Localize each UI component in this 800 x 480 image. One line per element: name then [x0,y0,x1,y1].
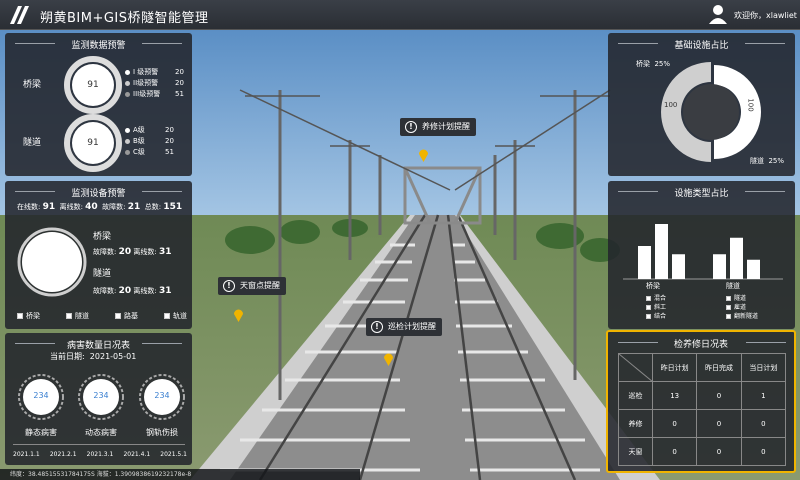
row-label: 巡检 [618,381,653,410]
panel-title: 设施类型占比 [674,189,729,199]
bridge-pct-label: 桥梁 25% [636,60,671,68]
device-bridge-stats: 故障数: 20 离线数: 31 [93,247,172,257]
map-pin-icon[interactable] [383,352,394,366]
current-date: 当前日期: 2021-05-01 [50,352,137,361]
tunnel-label: 隧道 [23,138,42,148]
facility-type-panel: 设施类型占比 桥梁 隧道 混合 斜工 结合 隧道 雇道 翻新隧道 [608,181,795,329]
defects-panel: 病害数量日况表 当前日期: 2021-05-01 234 静态病害 234 动态… [5,333,192,465]
map-pin-icon[interactable] [418,148,429,162]
device-stats: 在线数: 91 离线数: 40 故障数: 21 总数: 151 [17,202,183,212]
table-header-row: 昨日计划 昨日完成 当日计划 [618,353,787,382]
dynamic-defect-label: 动态病害 [85,428,117,437]
skylight-marker[interactable]: ! 天窗点提醒 [218,277,286,295]
device-status-circle[interactable] [17,227,87,297]
header-cell: 昨日计划 [651,353,698,382]
rail-damage-value: 234 [154,391,170,400]
bridge-value: 100 [664,101,678,109]
row-label: 天窗 [618,437,653,466]
bar-桥梁-斜工[interactable] [655,224,668,279]
monitor-warning-panel: 监测数据预警 桥梁 91 I 级预警 20 II级预警 20 III级预警 51 隧道… [5,33,192,176]
device-tunnel-stats: 故障数: 20 离线数: 31 [93,286,172,296]
row-label: 养修 [618,409,653,438]
app-title: 朔黄BIM+GIS桥隧智能管理 [40,11,209,26]
table-cell: 0 [696,381,742,410]
table-cell: 0 [696,409,742,438]
table-cell: 0 [740,437,787,466]
table-cell: 0 [740,409,787,438]
table-row: 巡检 13 0 1 [618,381,787,410]
panel-title: 监测设备预警 [71,189,126,199]
table-row: 天窗 0 0 0 [618,437,787,466]
welcome-text: 欢迎你，xlawliet [734,11,797,20]
panel-title: 检养修日况表 [673,340,728,350]
bar-隧道-结合[interactable] [747,259,760,279]
panel-title: 病害数量日况表 [66,341,130,351]
static-defect-value: 234 [33,391,49,400]
bridge-label: 桥梁 [23,80,42,90]
facility-ratio-panel: 基础设施占比 桥梁 25% 隧道 25% 100 100 [608,33,795,176]
alert-icon: ! [371,321,383,333]
timeline-axis [13,444,185,445]
table-cell: 0 [651,437,698,466]
coordinates-status: 纬度：38.48515531784175S 海拔：1.3909838619232… [0,469,360,480]
inspection-panel: 检养修日况表 昨日计划 昨日完成 当日计划 巡检 13 0 1 养修 0 0 0… [606,330,796,473]
alert-icon: ! [223,280,235,292]
inspection-table: 昨日计划 昨日完成 当日计划 巡检 13 0 1 养修 0 0 0 天窗 0 0… [618,353,787,466]
timeline[interactable]: 2021.1.1 2021.2.1 2021.3.1 2021.4.1 2021.5.1 [13,451,187,458]
facility-type-bar-chart[interactable] [618,206,788,281]
bridge-warning-legend: I 级预警 20 II级预警 20 III级预警 51 [125,67,184,100]
legend-track[interactable]: 轨道 [164,311,187,321]
legend-subgrade[interactable]: 路基 [115,311,138,321]
tunnel-warning-total: 91 [87,138,99,148]
device-warning-panel: 监测设备预警 在线数: 91 离线数: 40 故障数: 21 总数: 151 桥… [5,181,192,329]
bar-隧道-混合[interactable] [713,254,726,279]
group-label-tunnel: 隧道 [726,282,740,290]
bar-隧道-斜工[interactable] [730,237,743,279]
bar-桥梁-结合[interactable] [672,254,685,279]
table-cell: 0 [696,437,742,466]
rail-damage-label: 钢轨伤损 [146,428,178,437]
device-bridge-label: 桥梁 [93,232,112,242]
top-bar: 朔黄BIM+GIS桥隧智能管理 欢迎你，xlawliet [0,0,800,30]
alert-icon: ! [405,121,417,133]
device-tunnel-label: 隧道 [93,269,112,279]
map-pin-icon[interactable] [233,308,244,322]
bridge-warning-total: 91 [87,80,99,90]
corner-cell [618,353,653,382]
group-label-bridge: 桥梁 [646,282,660,290]
user-avatar-icon[interactable] [708,4,728,24]
tunnel-pct-label: 隧道 25% [750,157,785,165]
table-cell: 13 [651,381,698,410]
header-cell: 昨日完成 [696,353,742,382]
tunnel-warning-legend: A级 20 B级 20 C级 51 [125,125,174,158]
tunnel-value: 100 [746,98,755,112]
legend-bridge[interactable]: 桥梁 [17,311,40,321]
static-defect-label: 静态病害 [25,428,57,437]
bar-legend-right: 隧道 雇道 翻新隧道 [726,294,758,321]
table-cell: 0 [651,409,698,438]
maintenance-plan-marker[interactable]: ! 养修计划提醒 [400,118,476,136]
panel-title: 基础设施占比 [674,41,729,51]
table-cell: 1 [740,381,787,410]
bar-桥梁-混合[interactable] [638,246,651,279]
panel-title: 监测数据预警 [71,41,126,51]
inspection-plan-marker[interactable]: ! 巡检计划提醒 [366,318,442,336]
dynamic-defect-value: 234 [93,391,109,400]
device-legend: 桥梁 隧道 路基 轨道 [17,311,187,321]
facility-ratio-donut[interactable] [656,57,766,167]
legend-tunnel[interactable]: 隧道 [66,311,89,321]
header-cell: 当日计划 [740,353,787,382]
table-row: 养修 0 0 0 [618,409,787,438]
bar-legend-left: 混合 斜工 结合 [646,294,666,321]
app-logo-icon [10,6,29,24]
